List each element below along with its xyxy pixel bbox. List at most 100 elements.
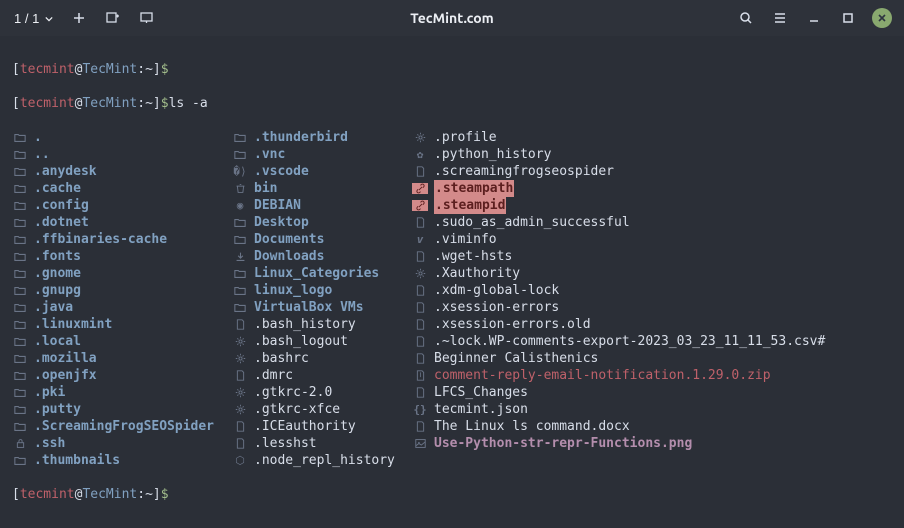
ls-entry: Linux_Categories	[232, 265, 412, 282]
debian-icon: ◉	[232, 197, 248, 214]
gear-icon	[412, 268, 428, 279]
filename: .thumbnails	[34, 452, 120, 469]
ls-entry: .openjfx	[12, 367, 232, 384]
folder-icon	[12, 285, 28, 297]
ls-entry: .linuxmint	[12, 316, 232, 333]
titlebar-left: 1 / 1	[8, 4, 161, 32]
ls-entry: .ffbinaries-cache	[12, 231, 232, 248]
filename: .gtkrc-2.0	[254, 384, 332, 401]
filename: .screamingfrogseospider	[434, 163, 614, 180]
ls-entry: comment-reply-email-notification.1.29.0.…	[412, 367, 892, 384]
folder-icon	[12, 336, 28, 348]
file-icon	[412, 251, 428, 262]
window-title: TecMint.com	[410, 10, 493, 26]
folder-open-icon	[12, 149, 28, 161]
vscode-icon: �⟩	[232, 163, 248, 180]
folder-icon	[232, 302, 248, 314]
json-icon: {}	[412, 401, 428, 418]
ls-entry: .mozilla	[12, 350, 232, 367]
filename: Desktop	[254, 214, 309, 231]
menu-button[interactable]	[766, 4, 794, 32]
folder-icon	[12, 183, 28, 195]
filename: .gnome	[34, 265, 81, 282]
filename: bin	[254, 180, 277, 197]
ls-entry: .ICEauthority	[232, 418, 412, 435]
ls-entry: .gnome	[12, 265, 232, 282]
folder-icon	[232, 268, 248, 280]
folder-icon	[12, 268, 28, 280]
new-tab-button[interactable]	[65, 4, 93, 32]
ls-entry: .bashrc	[232, 350, 412, 367]
filename: .ICEauthority	[254, 418, 356, 435]
gear-icon	[412, 132, 428, 143]
folder-icon	[12, 370, 28, 382]
ls-entry: .thumbnails	[12, 452, 232, 469]
folder-icon	[12, 387, 28, 399]
filename: .vscode	[254, 163, 309, 180]
filename: tecmint.json	[434, 401, 528, 418]
minimize-button[interactable]	[800, 4, 828, 32]
ls-entry: .thunderbird	[232, 129, 412, 146]
folder-icon	[12, 421, 28, 433]
ls-entry: .config	[12, 197, 232, 214]
ls-entry: .putty	[12, 401, 232, 418]
filename: .xdm-global-lock	[434, 282, 559, 299]
ls-entry: .steampath	[412, 180, 892, 197]
ls-column-1: ....anydesk.cache.config.dotnet.ffbinari…	[12, 129, 232, 469]
filename: .linuxmint	[34, 316, 112, 333]
prompt-line-cmd: [tecmint@TecMint:~]$ls -a	[12, 95, 892, 112]
filename: LFCS_Changes	[434, 384, 528, 401]
ls-entry: .dotnet	[12, 214, 232, 231]
image-icon	[412, 438, 428, 449]
search-button[interactable]	[732, 4, 760, 32]
ls-entry: Downloads	[232, 248, 412, 265]
filename: .sudo_as_admin_successful	[434, 214, 630, 231]
ls-entry: Use-Python-str-repr-Functions.png	[412, 435, 892, 452]
close-button[interactable]	[868, 4, 896, 32]
ls-entry: .xsession-errors.old	[412, 316, 892, 333]
ls-entry: .~lock.WP-comments-export-2023_03_23_11_…	[412, 333, 892, 350]
filename: .local	[34, 333, 81, 350]
tab-counter[interactable]: 1 / 1	[8, 11, 59, 26]
filename: linux_logo	[254, 282, 332, 299]
file-icon	[232, 438, 248, 449]
python-icon: ✿	[412, 146, 428, 163]
close-icon	[872, 8, 892, 28]
ls-column-3: .profile✿.python_history.screamingfrogse…	[412, 129, 892, 469]
filename: Linux_Categories	[254, 265, 379, 282]
ls-entry: .bash_logout	[232, 333, 412, 350]
folder-icon	[12, 166, 28, 178]
filename: DEBIAN	[254, 197, 301, 214]
filename: .steampath	[434, 180, 514, 197]
folder-open-icon	[12, 132, 28, 144]
ls-entry: Documents	[232, 231, 412, 248]
ls-entry: .steampid	[412, 197, 892, 214]
file-icon	[232, 370, 248, 381]
filename: .ScreamingFrogSEOSpider	[34, 418, 214, 435]
gear-icon	[232, 387, 248, 398]
maximize-button[interactable]	[834, 4, 862, 32]
ls-entry: .ssh	[12, 435, 232, 452]
new-window-icon[interactable]	[99, 4, 127, 32]
ls-entry: .cache	[12, 180, 232, 197]
ls-output: ....anydesk.cache.config.dotnet.ffbinari…	[12, 129, 892, 469]
archive-icon	[412, 370, 428, 381]
filename: .python_history	[434, 146, 551, 163]
filename: .thunderbird	[254, 129, 348, 146]
titlebar-right	[732, 4, 896, 32]
ls-entry: .sudo_as_admin_successful	[412, 214, 892, 231]
ls-entry: .dmrc	[232, 367, 412, 384]
ls-entry: ◉ DEBIAN	[232, 197, 412, 214]
filename: .vnc	[254, 146, 285, 163]
ls-entry: .java	[12, 299, 232, 316]
filename: .bash_history	[254, 316, 356, 333]
file-icon	[412, 302, 428, 313]
link-icon	[412, 183, 428, 194]
ls-entry: Desktop	[232, 214, 412, 231]
terminal[interactable]: [tecmint@TecMint:~]$ [tecmint@TecMint:~]…	[0, 36, 904, 528]
filename: Beginner Calisthenics	[434, 350, 598, 367]
ls-entry: {} tecmint.json	[412, 401, 892, 418]
broadcast-icon[interactable]	[133, 4, 161, 32]
gear-icon	[232, 353, 248, 364]
ls-entry: .pki	[12, 384, 232, 401]
